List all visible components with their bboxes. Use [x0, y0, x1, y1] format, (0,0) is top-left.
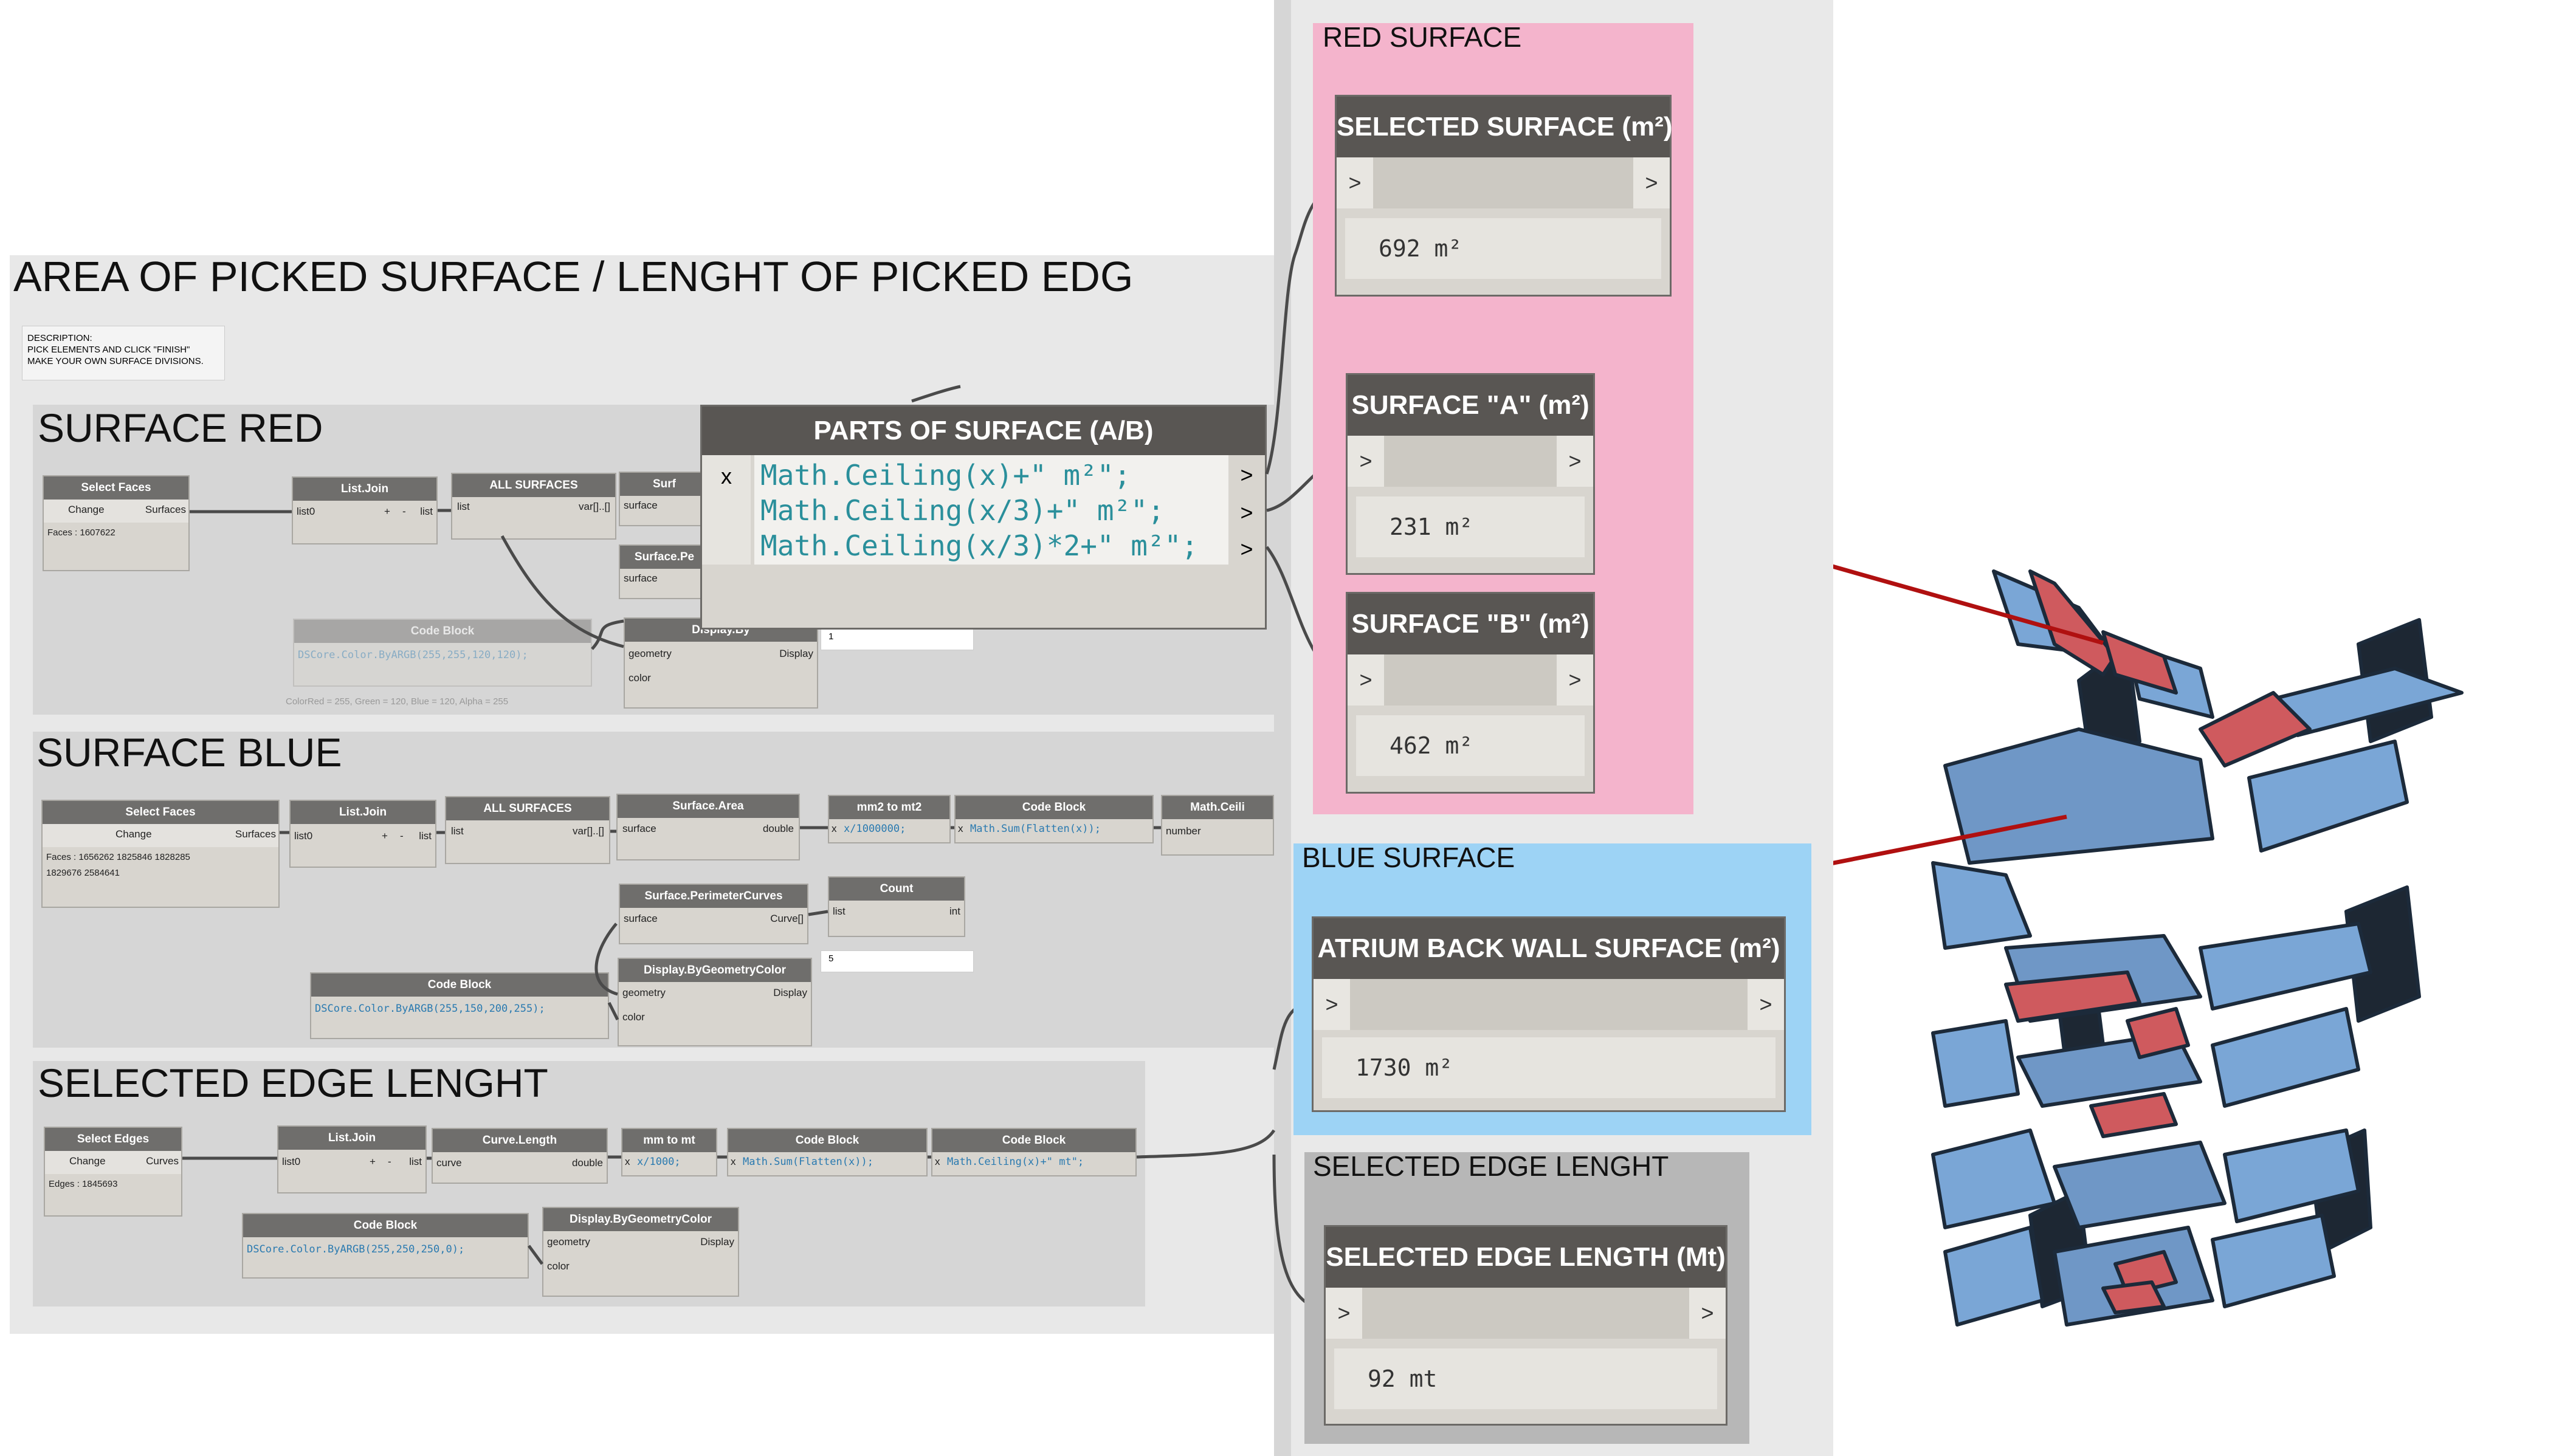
watch-title: SURFACE "B" (m²): [1348, 594, 1593, 654]
wire: [607, 1001, 619, 1021]
watch-value: 92 mt: [1334, 1348, 1717, 1409]
output-port[interactable]: >: [1633, 157, 1670, 208]
wire: [911, 385, 961, 403]
watch-value: 1730 m²: [1322, 1037, 1775, 1098]
tower-panel: [2211, 1214, 2336, 1308]
watch-title: SELECTED EDGE LENGTH (Mt): [1326, 1227, 1726, 1288]
wire: [500, 535, 624, 648]
blue-surface-title: BLUE SURFACE: [1302, 842, 1515, 873]
edge-length-watch[interactable]: SELECTED EDGE LENGTH (Mt) > > 92 mt: [1324, 1225, 1727, 1426]
output-port[interactable]: >: [1557, 436, 1593, 487]
red-surface-title: RED SURFACE: [1323, 21, 1522, 53]
watch-title: SELECTED SURFACE (m²): [1337, 97, 1672, 157]
watch-value: 692 m²: [1345, 218, 1661, 279]
tower-panel: [1943, 1226, 2044, 1327]
wire: [808, 910, 828, 916]
wire: [594, 922, 618, 996]
input-port[interactable]: >: [1348, 436, 1384, 487]
tower-panel: [1931, 1019, 2020, 1108]
watch-title: SURFACE "A" (m²): [1348, 375, 1593, 436]
tower-panel: [2199, 922, 2372, 1011]
surface-b-watch[interactable]: SURFACE "B" (m²) > > 462 m²: [1346, 592, 1595, 794]
wire: [527, 1245, 544, 1265]
input-port[interactable]: >: [1348, 654, 1384, 706]
output-port[interactable]: >: [1748, 979, 1784, 1030]
tower-panel: [2211, 1007, 2360, 1108]
tower-panel: [2101, 1280, 2166, 1314]
output-port[interactable]: >: [1689, 1288, 1726, 1339]
output-port[interactable]: >: [1557, 654, 1593, 706]
edge-output-title: SELECTED EDGE LENGHT: [1313, 1150, 1669, 1182]
selected-surface-watch[interactable]: SELECTED SURFACE (m²) > > 692 m²: [1335, 95, 1672, 297]
tower-panel: [2247, 740, 2409, 853]
watch-value: 231 m²: [1356, 496, 1585, 557]
tower-panel: [2089, 1092, 2178, 1138]
input-port[interactable]: >: [1314, 979, 1350, 1030]
watch-value: 462 m²: [1356, 715, 1585, 776]
surface-a-watch[interactable]: SURFACE "A" (m²) > > 231 m²: [1346, 373, 1595, 575]
tower-panel: [1931, 861, 2032, 950]
watch-title: ATRIUM BACK WALL SURFACE (m²): [1314, 918, 1784, 979]
tower-panel: [2053, 1141, 2227, 1229]
tower-panel: [1943, 727, 2214, 865]
tower-3d-preview[interactable]: [1833, 0, 2559, 1456]
input-port[interactable]: >: [1326, 1288, 1362, 1339]
atrium-wall-watch[interactable]: ATRIUM BACK WALL SURFACE (m²) > > 1730 m…: [1312, 916, 1786, 1112]
input-port[interactable]: >: [1337, 157, 1373, 208]
wire: [1136, 1129, 1276, 1159]
